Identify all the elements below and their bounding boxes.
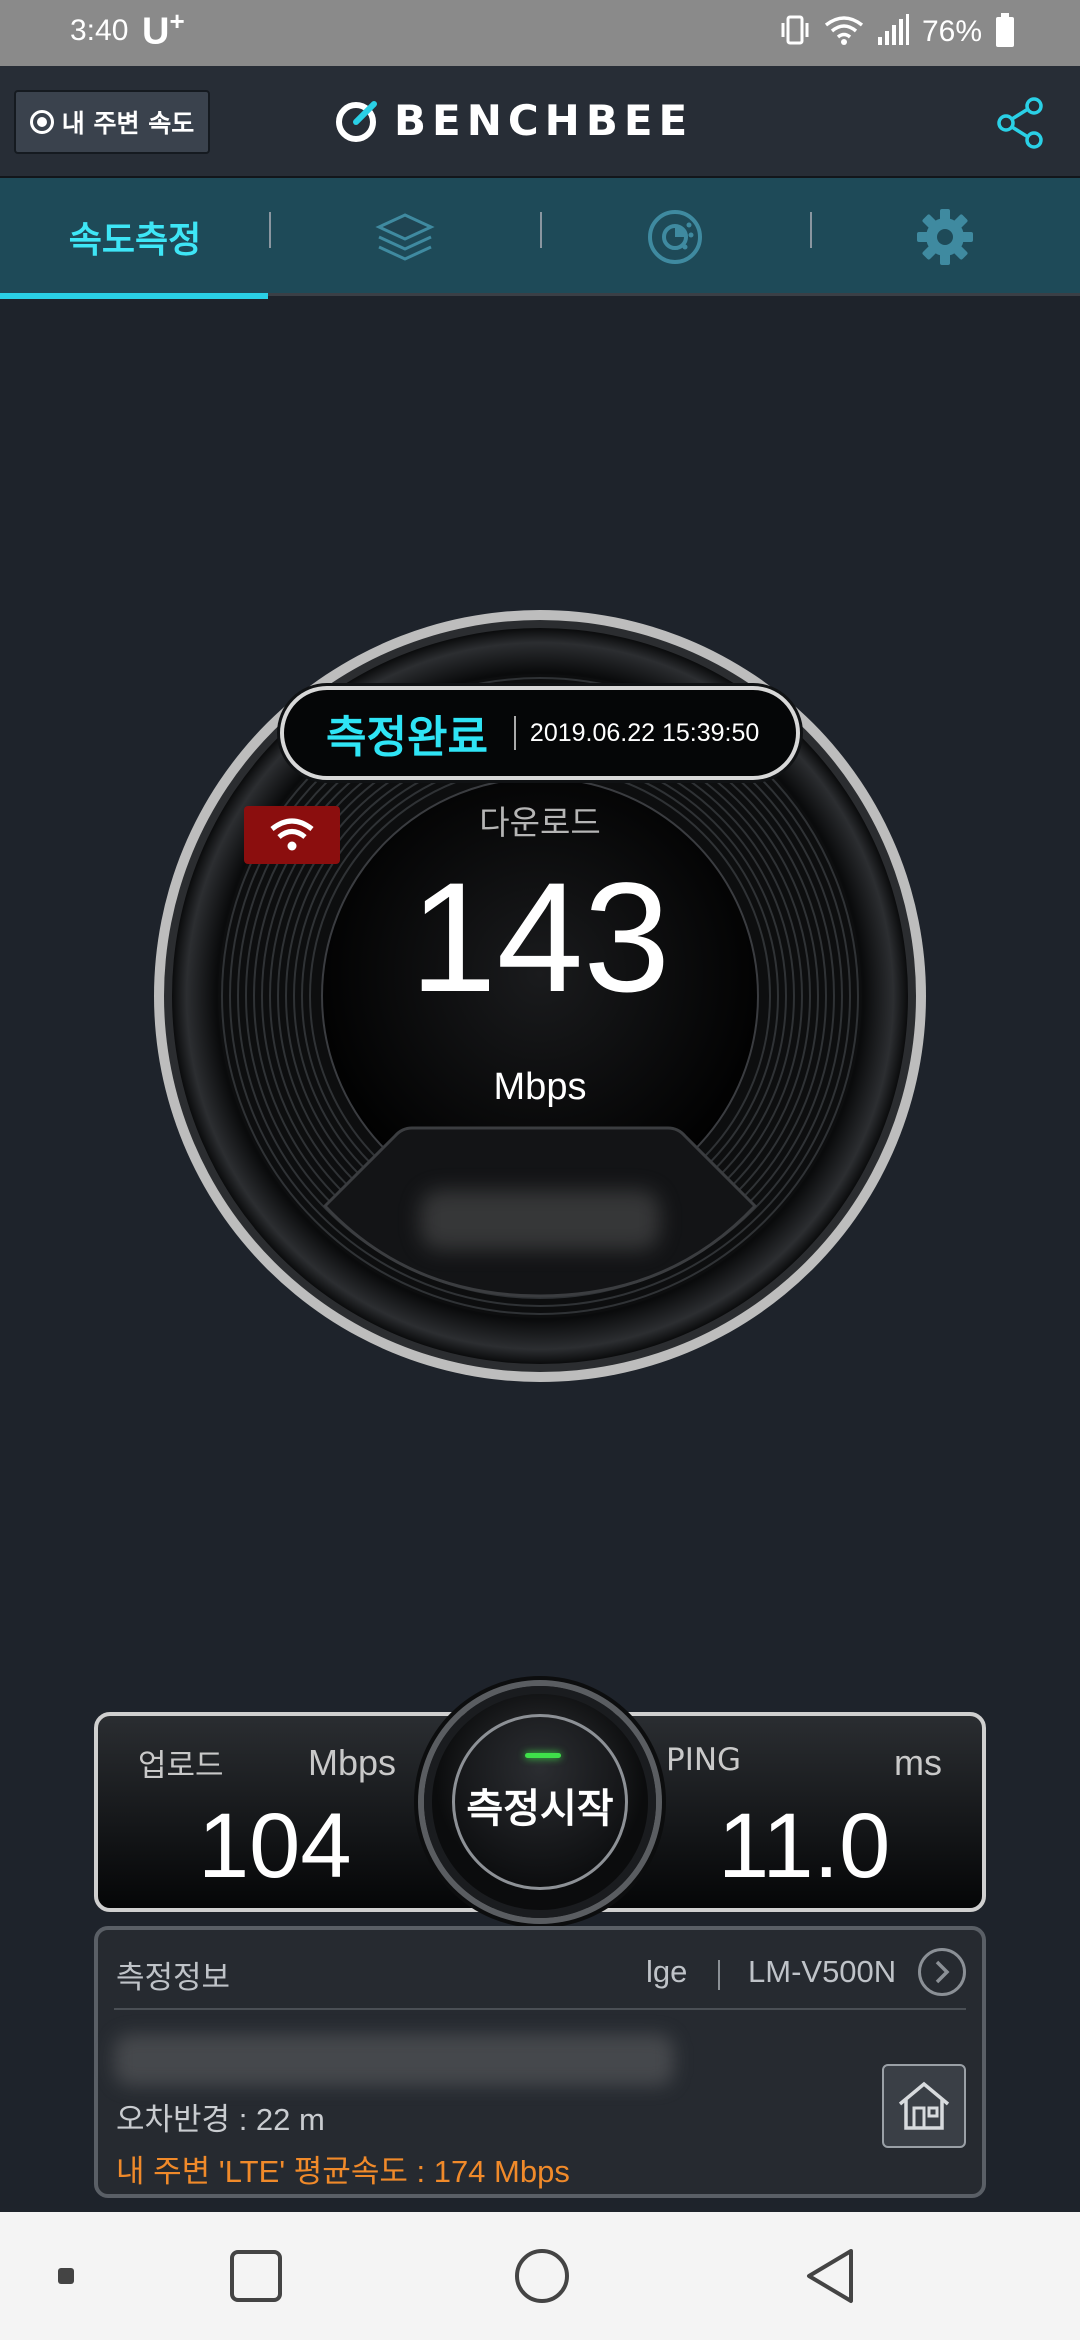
pie-chart-icon xyxy=(648,210,702,264)
error-radius: 오차반경 : 22 m xyxy=(116,2102,325,2137)
share-icon[interactable] xyxy=(994,96,1048,150)
back-icon[interactable] xyxy=(796,2242,864,2310)
pill-divider xyxy=(513,716,516,750)
ping-label: PING xyxy=(666,1742,742,1778)
start-test-label: 측정시작 xyxy=(466,1786,614,1832)
gear-icon xyxy=(917,209,973,265)
carrier-label: U+ xyxy=(142,6,185,54)
nearby-speed-label: 내 주변 속도 xyxy=(61,109,195,138)
ping-unit: ms xyxy=(894,1742,942,1783)
system-nav-bar xyxy=(0,2212,1080,2340)
gauge-logo-icon xyxy=(336,100,377,142)
info-separator xyxy=(114,2008,966,2010)
nearby-speed-button[interactable]: 내 주변 속도 xyxy=(14,90,210,154)
home-icon[interactable] xyxy=(508,2242,576,2310)
tab-speed-test[interactable]: 속도측정 xyxy=(0,178,270,299)
home-map-button[interactable] xyxy=(882,2064,966,2148)
nearby-average-speed: 내 주변 'LTE' 평균속도 : 174 Mbps xyxy=(116,2154,570,2189)
device-model: LM-V500N xyxy=(748,1954,897,1989)
redacted-network-name xyxy=(420,1190,660,1250)
tab-speed-test-label: 속도측정 xyxy=(68,220,202,261)
status-icons: 76% xyxy=(778,12,1016,52)
tab-settings[interactable] xyxy=(810,178,1080,296)
start-test-button-face: 측정시작 xyxy=(452,1714,628,1890)
chevron-right-icon[interactable] xyxy=(918,1948,966,1996)
info-title: 측정정보 xyxy=(116,1960,231,1996)
upload-label: 업로드 xyxy=(138,1748,224,1784)
measurement-status: 측정완료 xyxy=(326,712,488,763)
redacted-location xyxy=(114,2034,674,2086)
wifi-icon xyxy=(824,13,864,51)
measurement-timestamp: 2019.06.22 15:39:50 xyxy=(529,718,760,747)
download-value: 143 xyxy=(409,851,671,1025)
tab-statistics[interactable] xyxy=(540,178,810,296)
house-icon xyxy=(898,2081,950,2130)
device-maker: lge xyxy=(646,1954,688,1989)
upload-value: 104 xyxy=(198,1795,352,1897)
layers-icon xyxy=(375,213,435,261)
start-test-button[interactable]: 측정시작 xyxy=(424,1686,656,1918)
vibrate-icon xyxy=(778,13,812,51)
battery-percent: 76% xyxy=(921,15,982,48)
carrier-text: U xyxy=(142,10,170,53)
app-header: 내 주변 속도 BENCHBEE xyxy=(0,66,1080,178)
download-label: 다운로드 xyxy=(479,803,601,842)
radio-icon xyxy=(29,110,54,134)
ping-value: 11.0 xyxy=(718,1795,891,1897)
logo-wordmark: BENCHBEE xyxy=(394,96,694,145)
measurement-info-panel: 측정정보 lge LM-V500N 오차반경 : 22 m 내 주변 'LTE'… xyxy=(94,1926,986,2198)
info-divider xyxy=(718,1960,720,1990)
upload-unit: Mbps xyxy=(308,1742,397,1783)
tab-layers[interactable] xyxy=(270,178,540,296)
status-led xyxy=(525,1753,561,1758)
benchbee-logo: BENCHBEE xyxy=(334,96,693,145)
recent-apps-icon[interactable] xyxy=(222,2242,290,2310)
battery-icon xyxy=(994,12,1016,52)
carrier-sup: + xyxy=(169,6,185,36)
nav-menu-dot-icon[interactable] xyxy=(32,2242,100,2310)
tab-bar: 속도측정 xyxy=(0,178,1080,299)
status-time: 3:40 xyxy=(70,14,129,47)
download-unit: Mbps xyxy=(493,1066,587,1108)
status-bar: 3:40 U+ 76% xyxy=(0,0,1080,66)
signal-icon xyxy=(876,13,910,51)
measurement-status-pill: 측정완료 2019.06.22 15:39:50 xyxy=(280,686,800,780)
